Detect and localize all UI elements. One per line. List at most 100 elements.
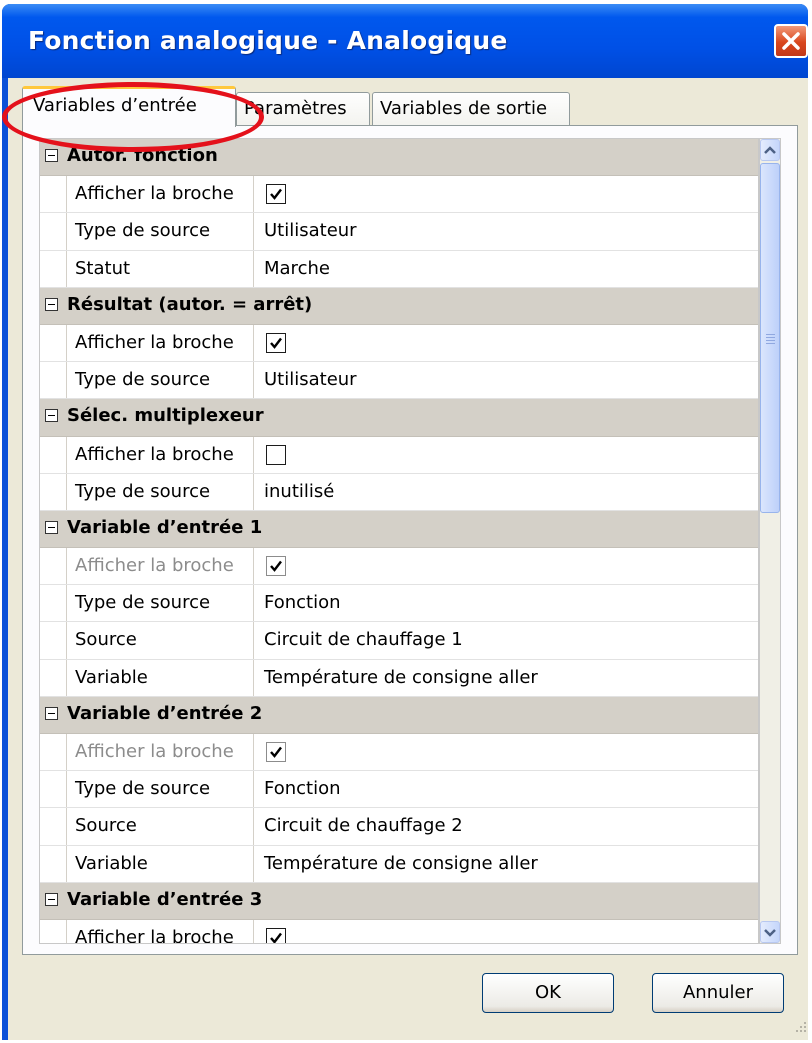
cancel-button[interactable]: Annuler xyxy=(652,973,784,1013)
property-value xyxy=(254,437,758,473)
category-label: Autor. fonction xyxy=(67,145,218,166)
property-row[interactable]: Type de source Fonction xyxy=(40,771,758,809)
grip-line xyxy=(766,340,775,341)
category-row[interactable]: Résultat (autor. = arrêt) xyxy=(40,287,758,325)
property-name: Variable xyxy=(66,845,254,882)
show-pin-checkbox[interactable] xyxy=(266,742,286,762)
property-name: Afficher la broche xyxy=(66,919,254,943)
category-label: Variable d’entrée 2 xyxy=(67,702,263,724)
check-icon xyxy=(270,560,282,572)
category-row[interactable]: Sélec. multiplexeur xyxy=(40,399,758,437)
property-row[interactable]: Statut Marche xyxy=(40,250,758,288)
chevron-down-icon xyxy=(764,929,776,937)
tab-strip: Variables d’entrée Paramètres Variables … xyxy=(22,86,792,127)
category-label: Variable d’entrée 1 xyxy=(67,516,263,538)
property-value[interactable]: Fonction xyxy=(254,771,758,807)
property-name: Type de source xyxy=(66,213,254,250)
check-icon xyxy=(270,746,282,758)
dialog-client-area: Variables d’entrée Paramètres Variables … xyxy=(8,78,808,1040)
scroll-up-button[interactable] xyxy=(760,139,780,161)
property-value[interactable]: Circuit de chauffage 2 xyxy=(254,808,758,844)
property-name: Variable xyxy=(66,659,254,696)
collapse-icon[interactable] xyxy=(45,297,58,311)
property-value xyxy=(254,325,758,361)
scroll-down-button[interactable] xyxy=(760,921,780,943)
tab-parametres[interactable]: Paramètres xyxy=(236,92,370,126)
property-value[interactable]: Utilisateur xyxy=(254,213,758,249)
vertical-scrollbar[interactable] xyxy=(759,138,781,944)
tab-panel: Autor. fonction Afficher la broche Type de… xyxy=(22,125,798,955)
property-name: Type de source xyxy=(66,771,254,808)
resize-grip-icon[interactable] xyxy=(790,1020,808,1038)
property-row[interactable]: Afficher la broche xyxy=(40,919,758,943)
category-row[interactable]: Variable d’entrée 1 xyxy=(40,510,758,549)
category-label: Sélec. multiplexeur xyxy=(67,405,264,427)
category-row[interactable]: Autor. fonction xyxy=(40,139,758,177)
show-pin-checkbox[interactable] xyxy=(266,927,286,943)
ok-button[interactable]: OK xyxy=(482,973,614,1013)
show-pin-checkbox[interactable] xyxy=(266,332,286,353)
grip-line xyxy=(766,337,775,338)
property-name: Afficher la broche xyxy=(66,176,254,213)
category-row[interactable]: Variable d’entrée 3 xyxy=(40,882,758,920)
close-icon xyxy=(782,32,800,50)
property-row[interactable]: Afficher la broche xyxy=(40,324,758,363)
collapse-icon[interactable] xyxy=(45,520,58,534)
property-value xyxy=(254,548,758,584)
property-row[interactable]: Afficher la broche xyxy=(40,734,758,772)
property-row[interactable]: Type de source inutilisé xyxy=(40,473,758,511)
property-grid: Autor. fonction Afficher la broche Type de… xyxy=(39,138,759,944)
property-row[interactable]: Source Circuit de chauffage 2 xyxy=(40,808,758,846)
dialog-window: Fonction analogique - Analogique Variabl… xyxy=(2,4,808,1040)
check-icon xyxy=(270,188,282,201)
property-row[interactable]: Afficher la broche xyxy=(40,548,758,586)
property-name: Source xyxy=(66,622,254,659)
category-label: Résultat (autor. = arrêt) xyxy=(67,293,313,315)
property-row[interactable]: Afficher la broche xyxy=(40,176,758,214)
property-name: Afficher la broche xyxy=(66,324,254,362)
property-value[interactable]: Température de consigne aller xyxy=(254,660,758,696)
property-row[interactable]: Variable Température de consigne aller xyxy=(40,659,758,697)
property-name: Afficher la broche xyxy=(66,734,254,771)
property-row[interactable]: Variable Température de consigne aller xyxy=(40,845,758,883)
scrollbar-thumb[interactable] xyxy=(760,163,780,513)
close-button[interactable] xyxy=(774,24,808,58)
property-name: Afficher la broche xyxy=(66,548,254,585)
grip-line xyxy=(766,334,775,335)
collapse-icon[interactable] xyxy=(45,706,58,720)
property-value[interactable]: Température de consigne aller xyxy=(254,846,758,882)
property-value[interactable]: Marche xyxy=(254,251,758,287)
collapse-icon[interactable] xyxy=(45,149,58,162)
collapse-icon[interactable] xyxy=(45,409,58,423)
property-value xyxy=(254,734,758,770)
property-name: Source xyxy=(66,808,254,845)
tab-variables-sortie[interactable]: Variables de sortie xyxy=(372,92,570,126)
chevron-up-icon xyxy=(764,146,776,154)
grip-line xyxy=(766,343,775,344)
window-title: Fonction analogique - Analogique xyxy=(28,26,508,55)
property-name: Type de source xyxy=(66,362,254,399)
property-name: Afficher la broche xyxy=(66,436,254,473)
property-name: Statut xyxy=(66,250,254,287)
property-value[interactable]: Utilisateur xyxy=(254,362,758,398)
property-row[interactable]: Type de source Utilisateur xyxy=(40,362,758,400)
property-value[interactable]: Circuit de chauffage 1 xyxy=(254,622,758,658)
property-row[interactable]: Type de source Utilisateur xyxy=(40,213,758,251)
property-value xyxy=(254,176,758,212)
property-value[interactable]: Fonction xyxy=(254,585,758,621)
property-value[interactable]: inutilisé xyxy=(254,474,758,510)
category-label: Variable d’entrée 3 xyxy=(67,888,263,910)
show-pin-checkbox[interactable] xyxy=(266,184,286,205)
show-pin-checkbox[interactable] xyxy=(266,556,286,577)
property-row[interactable]: Source Circuit de chauffage 1 xyxy=(40,622,758,660)
property-row[interactable]: Type de source Fonction xyxy=(40,585,758,623)
property-value xyxy=(254,920,758,943)
category-row[interactable]: Variable d’entrée 2 xyxy=(40,696,758,734)
show-pin-checkbox[interactable] xyxy=(266,444,286,465)
property-row[interactable]: Afficher la broche xyxy=(40,436,758,474)
collapse-icon[interactable] xyxy=(45,892,58,906)
check-icon xyxy=(270,932,282,943)
tab-variables-entree[interactable]: Variables d’entrée xyxy=(22,86,236,127)
property-name: Type de source xyxy=(66,585,254,622)
title-bar[interactable]: Fonction analogique - Analogique xyxy=(2,4,808,78)
